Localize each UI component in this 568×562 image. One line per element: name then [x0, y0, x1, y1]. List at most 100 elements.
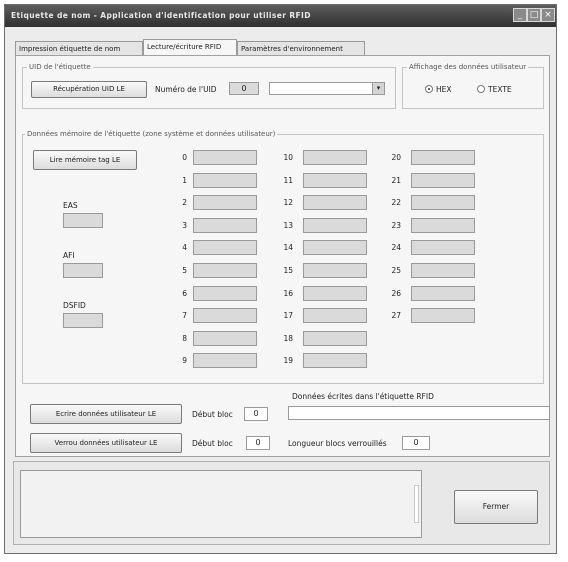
block-number-label: 14 [283, 243, 293, 253]
block-field[interactable] [303, 285, 367, 301]
block-number-label: 8 [182, 333, 187, 343]
block-number-label: 12 [283, 198, 293, 208]
block-field[interactable] [193, 150, 257, 165]
block-field[interactable] [411, 172, 475, 188]
uid-number-field[interactable]: 0 [229, 82, 259, 95]
block-number-label: 21 [391, 175, 401, 185]
block-field[interactable] [411, 240, 475, 256]
block-number-label: 22 [391, 198, 401, 208]
lock-length-field[interactable]: 0 [402, 436, 430, 450]
write-user-data-button[interactable]: Ecrire données utilisateur LE [30, 404, 182, 424]
lock-user-data-button[interactable]: Verrou données utilisateur LE [30, 433, 182, 453]
display-group-legend: Affichage des données utilisateur [407, 63, 529, 71]
block-number-label: 6 [182, 288, 187, 298]
write-start-block-field[interactable]: 0 [244, 407, 268, 421]
block-field[interactable] [193, 308, 257, 324]
block-number-label: 17 [283, 311, 293, 321]
lock-length-label: Longueur blocs verrouillés [288, 439, 387, 448]
block-number-label: 18 [283, 333, 293, 343]
afi-field[interactable] [63, 263, 103, 278]
block-field[interactable] [411, 308, 475, 324]
lock-start-block-field[interactable]: 0 [246, 436, 270, 450]
block-field[interactable] [193, 217, 257, 233]
block-number-label: 13 [283, 220, 293, 230]
tab-rfid-read-write[interactable]: Lecture/écriture RFID [143, 39, 237, 55]
block-field[interactable] [193, 285, 257, 301]
block-field[interactable] [193, 195, 257, 211]
tab-panel: UID de l'étiquette Récupération UID LE N… [15, 55, 550, 457]
write-start-block-label: Début bloc [192, 410, 233, 419]
dsfid-field[interactable] [63, 313, 103, 328]
block-number-label: 0 [182, 153, 187, 162]
block-field[interactable] [303, 172, 367, 188]
block-number-label: 20 [391, 153, 401, 162]
main-window: Etiquette de nom - Application d'identif… [4, 4, 557, 554]
text-radio[interactable] [477, 85, 485, 93]
block-field[interactable] [193, 263, 257, 278]
block-number-label: 26 [391, 288, 401, 298]
block-field[interactable] [193, 172, 257, 188]
block-field[interactable] [303, 217, 367, 233]
written-data-field[interactable] [288, 406, 550, 420]
block-number-label: 3 [182, 220, 187, 230]
block-number-label: 25 [391, 266, 401, 275]
block-number-label: 16 [283, 288, 293, 298]
block-field[interactable] [193, 353, 257, 369]
uid-group-legend: UID de l'étiquette [27, 63, 93, 71]
block-number-label: 27 [391, 311, 401, 321]
tab-name-label-print[interactable]: Impression étiquette de nom [15, 41, 143, 55]
tab-environment-settings[interactable]: Paramètres d'environnement [237, 41, 365, 55]
block-field[interactable] [303, 353, 367, 369]
memory-group: Données mémoire de l'étiquette (zone sys… [22, 130, 544, 384]
block-field[interactable] [303, 263, 367, 278]
block-number-label: 19 [283, 356, 293, 366]
window-title: Etiquette de nom - Application d'identif… [11, 11, 311, 20]
chevron-down-icon[interactable]: ▾ [372, 83, 384, 94]
block-field[interactable] [193, 240, 257, 256]
block-field[interactable] [411, 263, 475, 278]
block-number-label: 5 [182, 266, 187, 275]
scrollbar[interactable] [414, 485, 419, 523]
uid-number-label: Numéro de l'UID [155, 85, 217, 94]
lock-start-block-label: Début bloc [192, 439, 233, 448]
block-field[interactable] [411, 285, 475, 301]
block-number-label: 24 [391, 243, 401, 253]
hex-radio[interactable] [425, 85, 433, 93]
block-field[interactable] [411, 150, 475, 165]
minimize-icon[interactable]: _ [513, 8, 527, 22]
get-uid-button[interactable]: Récupération UID LE [31, 81, 147, 98]
block-field[interactable] [303, 308, 367, 324]
title-bar: Etiquette de nom - Application d'identif… [5, 5, 556, 27]
afi-label: AFI [63, 251, 75, 260]
eas-field[interactable] [63, 213, 103, 228]
hex-label: HEX [436, 85, 452, 94]
block-number-label: 1 [182, 175, 187, 185]
display-group: Affichage des données utilisateur HEX TE… [402, 63, 544, 109]
uid-select[interactable]: ▾ [269, 82, 385, 95]
block-field[interactable] [303, 195, 367, 211]
close-icon[interactable]: × [541, 8, 555, 22]
block-field[interactable] [303, 150, 367, 165]
eas-label: EAS [63, 201, 78, 210]
block-field[interactable] [411, 217, 475, 233]
read-tag-memory-button[interactable]: Lire mémoire tag LE [33, 150, 137, 170]
uid-group: UID de l'étiquette Récupération UID LE N… [22, 63, 396, 109]
block-number-label: 10 [283, 153, 293, 162]
block-number-label: 9 [182, 356, 187, 366]
text-label: TEXTE [488, 85, 512, 94]
block-number-label: 2 [182, 198, 187, 208]
written-data-label: Données écrites dans l'étiquette RFID [292, 392, 434, 401]
block-field[interactable] [193, 330, 257, 346]
block-field[interactable] [411, 195, 475, 211]
block-field[interactable] [303, 330, 367, 346]
close-button[interactable]: Fermer [454, 490, 538, 524]
status-area: Fermer [13, 461, 550, 545]
block-number-label: 23 [391, 220, 401, 230]
log-textarea[interactable] [20, 470, 422, 538]
block-number-label: 15 [283, 266, 293, 275]
block-number-label: 11 [283, 175, 293, 185]
maximize-icon[interactable]: □ [527, 8, 541, 22]
block-field[interactable] [303, 240, 367, 256]
memory-group-legend: Données mémoire de l'étiquette (zone sys… [25, 130, 278, 138]
block-number-label: 4 [182, 243, 187, 253]
